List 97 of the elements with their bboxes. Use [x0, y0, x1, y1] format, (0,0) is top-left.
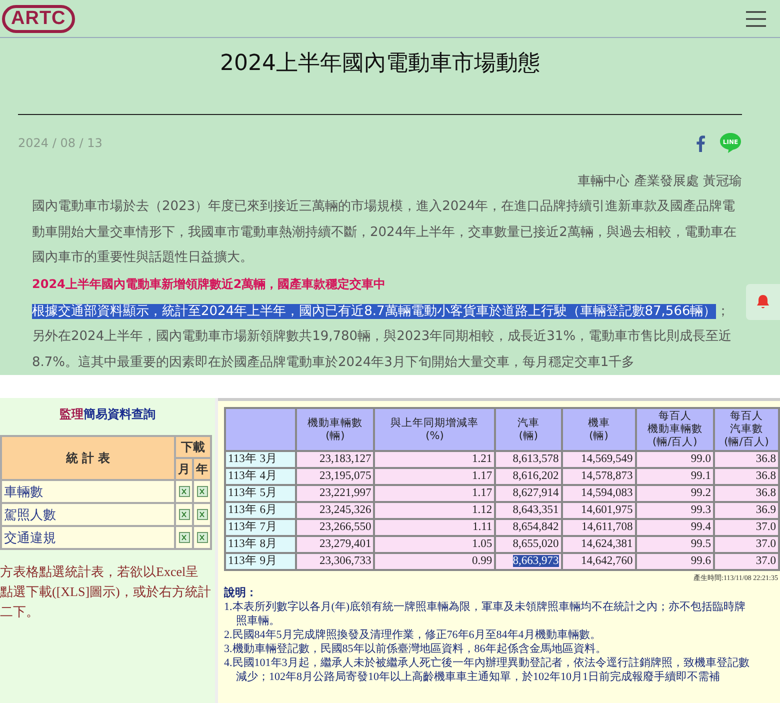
table-cell: 14,611,708: [562, 520, 635, 535]
table-cell: 1.17: [375, 486, 494, 501]
table-cell: 37.0: [714, 537, 778, 552]
table-cell: 1.05: [375, 537, 494, 552]
period-cell: 113年 4月: [226, 469, 296, 484]
note-item: 3.機動車輛登記數，民國85年以前係臺灣地區資料，86年起係含金馬地區資料。: [224, 642, 608, 656]
period-cell: 113年 9月: [226, 554, 296, 569]
artc-logo[interactable]: ARTC: [2, 4, 75, 32]
table-header: 年: [194, 459, 210, 479]
table-cell: 23,221,997: [297, 486, 374, 501]
table-cell: 99.6: [636, 554, 713, 569]
header-text: 機車: [586, 416, 611, 430]
table-cell: 23,279,401: [297, 537, 374, 552]
spreadsheet-icon[interactable]: [178, 509, 190, 520]
table-cell: 14,642,760: [562, 554, 635, 569]
statistics-link[interactable]: 車輛數: [2, 481, 174, 502]
table-cell: 37.0: [714, 520, 778, 535]
section-heading: 2024上半年國內電動車新增領牌數近2萬輛，國產車款穩定交車中: [32, 276, 387, 292]
table-cell: 14,601,975: [562, 503, 635, 518]
table-cell: 23,195,075: [297, 469, 374, 484]
table-cell: 23,183,127: [297, 452, 374, 467]
header-text: (輛): [324, 430, 346, 442]
table-cell: 14,578,873: [562, 469, 635, 484]
header-text: 與上年同期增減率: [390, 416, 480, 430]
table-cell: 37.0: [714, 554, 778, 569]
spreadsheet-icon[interactable]: [178, 486, 190, 497]
header-text: 汽車數: [728, 423, 764, 436]
header-text: 每百人: [657, 410, 692, 423]
period-cell: 113年 6月: [226, 503, 296, 518]
instruction-text: 二下。: [0, 603, 40, 621]
table-cell: 8,655,020: [496, 537, 561, 552]
period-cell: 113年 8月: [226, 537, 296, 552]
instruction-text: 方表格點選統計表，若欲以Excel呈: [0, 563, 200, 581]
table-cell: 1.12: [375, 503, 494, 518]
table-cell: 8,654,842: [496, 520, 561, 535]
table-cell: 99.0: [636, 452, 713, 467]
note-item: 2.民國84年5月完成牌照換發及清理作業，修正76年6月至84年4月機動車輛數。: [224, 628, 602, 642]
article-title: 2024上半年國內電動車市場動態: [219, 50, 541, 78]
table-cell: 36.8: [714, 452, 778, 467]
period-cell: 113年 5月: [226, 486, 296, 501]
table-cell: 14,594,083: [562, 486, 635, 501]
table-cell: 0.99: [375, 554, 494, 569]
table-cell: 8,643,351: [496, 503, 561, 518]
spreadsheet-icon[interactable]: [178, 532, 190, 543]
header-text: (輛/百人): [652, 436, 698, 449]
table-cell: 14,569,549: [562, 452, 635, 467]
table-cell: 36.8: [714, 469, 778, 484]
header-text: (輛): [588, 430, 610, 442]
table-cell: 1.17: [375, 469, 494, 484]
table-header: 下載: [176, 437, 210, 457]
article-paragraph: 根據交通部資料顯示，統計至2024年上半年，國內已有近8.7萬輛電動小客貨車於道路上行駛（車輛登記數87,566輛）；另外在2024上半年，國內電動車市場新領牌數共19,780輛，與2023年同期相較，成長近31%，電動車市售比則成長至近8.7%。這其中最重要的因素即在於國產品牌電動車於2024年3月下旬開始大量交車，每月穩定交車1千多: [32, 302, 733, 372]
article-paragraph: 國內電動車市場於去（2023）年度已來到接近三萬輛的市場規模，進入2024年，在進口品牌持續引進新車款及國產品牌電動車開始大量交車情形下，我國車市電動車熱潮持續不斷，2024年上半年，交車數量已接近2萬輛，與過去相較，電動車在國內車市的重要性與話題性日益擴大。: [32, 198, 738, 267]
spreadsheet-icon[interactable]: [196, 486, 208, 497]
period-cell: 113年 3月: [226, 452, 296, 467]
facebook-icon[interactable]: [696, 134, 705, 152]
menu-icon[interactable]: [746, 10, 766, 26]
header-text: (輛): [518, 430, 540, 442]
table-header: 統 計 表: [2, 437, 174, 479]
statistics-link[interactable]: 駕照人數: [2, 504, 174, 525]
statistics-link[interactable]: 交通違規: [2, 527, 174, 548]
column-header: [226, 409, 296, 450]
table-cell: 99.1: [636, 469, 713, 484]
table-cell: 8,663,973: [496, 554, 561, 569]
header-text: 機動車輛數: [646, 423, 704, 436]
author-line: 車輛中心 產業發展處 黃冠瑜: [576, 173, 742, 190]
spreadsheet-icon[interactable]: [196, 532, 208, 543]
table-cell: 8,627,914: [496, 486, 561, 501]
table-cell: 8,616,202: [496, 469, 561, 484]
table-cell: 99.5: [636, 537, 713, 552]
spreadsheet-icon[interactable]: [196, 509, 208, 520]
bell-icon: [755, 294, 771, 310]
header-text: 每百人: [728, 410, 764, 423]
publish-date: 2024 / 08 / 13: [18, 136, 102, 150]
table-cell: 8,613,578: [496, 452, 561, 467]
table-cell: 99.3: [636, 503, 713, 518]
table-cell: 23,245,326: [297, 503, 374, 518]
table-cell: 14,624,381: [562, 537, 635, 552]
table-cell: 23,306,733: [297, 554, 374, 569]
table-cell: 99.4: [636, 520, 713, 535]
header-text: (%): [424, 430, 445, 442]
period-cell: 113年 7月: [226, 520, 296, 535]
table-cell: 1.11: [375, 520, 494, 535]
header-text: (輛/百人): [723, 436, 770, 449]
table-cell: 1.21: [375, 452, 494, 467]
instruction-text: 點選下載([XLS]圖示)，或於右方統計: [0, 583, 212, 601]
table-cell: 99.2: [636, 486, 713, 501]
note-item: 4.民國101年3月起，繼承人未於被繼承人死亡後一年內辦理異動登記者，依法令逕行註銷牌照，致機車登記數減少；102年8月公路局寄發10年以上高齡機車車主通知單，於102年10月1日前完成報廢手續即不需補: [224, 656, 750, 684]
panel-title: 監理簡易資料查詢: [58, 406, 156, 423]
header-text: 汽車: [516, 416, 540, 430]
table-cell: 36.9: [714, 503, 778, 518]
table-header: 月: [176, 459, 192, 479]
note-item: 1.本表所列數字以各月(年)底領有統一牌照車輛為限，軍車及未領牌照車輛均不在統計之內；亦不包括臨時牌照車輛。: [224, 600, 747, 628]
table-cell: 23,266,550: [297, 520, 374, 535]
notification-bell-button[interactable]: [746, 284, 780, 320]
notes-title: 說明：: [224, 585, 258, 600]
table-cell: 36.8: [714, 486, 778, 501]
header-text: 機動車輛數: [306, 416, 364, 430]
